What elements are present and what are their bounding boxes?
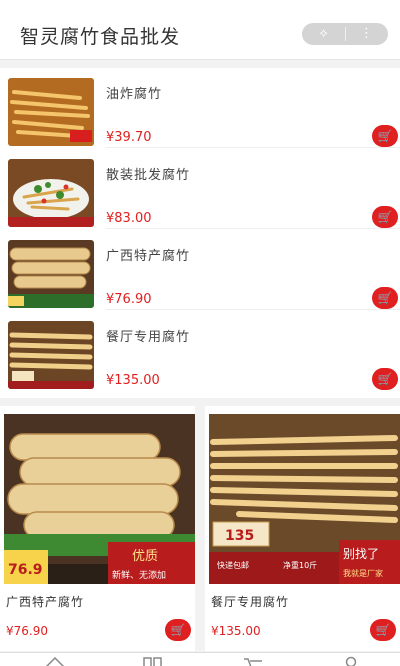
more-icon[interactable]: ⋮: [345, 23, 388, 45]
status-bar: [0, 0, 400, 8]
list-item[interactable]: 餐厅专用腐竹 ¥135.00 🛒: [0, 311, 400, 391]
product-image[interactable]: [8, 159, 94, 227]
add-to-cart-button[interactable]: 🛒: [372, 206, 398, 228]
row-divider: [106, 309, 400, 310]
image-price-tag: 135: [225, 528, 254, 544]
product-image[interactable]: 135 快递包邮 净重10斤 别找了 我就是厂家: [209, 414, 400, 584]
product-price: ¥83.00: [106, 211, 152, 226]
product-list: 油炸腐竹 ¥39.70 🛒 散装批发腐竹 ¥83.00 🛒 广西特产腐竹 ¥76…: [0, 68, 400, 398]
product-name[interactable]: 散装批发腐竹: [106, 164, 190, 183]
list-item[interactable]: 油炸腐竹 ¥39.70 🛒: [0, 68, 400, 148]
image-banner-subtitle: 新鲜、无添加: [112, 569, 166, 581]
image-badge-weight: 净重10斤: [283, 560, 317, 570]
image-badge-shipping: 快递包邮: [217, 560, 249, 570]
product-name[interactable]: 油炸腐竹: [106, 83, 162, 102]
product-name[interactable]: 广西特产腐竹: [6, 593, 84, 610]
image-price-tag: 76.9: [8, 562, 43, 578]
product-image[interactable]: [8, 78, 94, 146]
add-to-cart-button[interactable]: 🛒: [372, 125, 398, 147]
product-price: ¥39.70: [106, 130, 152, 145]
product-image[interactable]: 76.9 优质 新鲜、无添加: [4, 414, 195, 584]
product-price: ¥135.00: [211, 624, 261, 638]
product-name[interactable]: 餐厅专用腐竹: [106, 326, 190, 345]
cart-icon[interactable]: [242, 655, 264, 666]
image-banner-subtitle: 我就是厂家: [343, 568, 383, 578]
bottom-tab-bar: [0, 652, 400, 666]
add-to-cart-button[interactable]: 🛒: [370, 619, 396, 641]
product-name[interactable]: 餐厅专用腐竹: [211, 593, 289, 610]
page-title: 智灵腐竹食品批发: [20, 26, 181, 48]
product-card[interactable]: 135 快递包邮 净重10斤 别找了 我就是厂家 餐厅专用腐竹 ¥135.00 …: [205, 406, 400, 651]
product-name[interactable]: 广西特产腐竹: [106, 245, 190, 264]
row-divider: [106, 147, 400, 148]
image-banner-title: 别找了: [343, 547, 379, 561]
row-divider: [106, 228, 400, 229]
product-image[interactable]: [8, 321, 94, 389]
product-image[interactable]: [8, 240, 94, 308]
app-header: 智灵腐竹食品批发 ⟡ ⋮: [0, 8, 400, 60]
category-icon[interactable]: [142, 655, 164, 666]
image-banner-title: 优质: [132, 549, 158, 564]
share-icon[interactable]: ⟡: [302, 23, 345, 45]
user-icon[interactable]: [340, 655, 362, 666]
add-to-cart-button[interactable]: 🛒: [165, 619, 191, 641]
product-price: ¥76.90: [6, 624, 48, 638]
home-icon[interactable]: [44, 655, 66, 666]
list-item[interactable]: 广西特产腐竹 ¥76.90 🛒: [0, 230, 400, 310]
list-item[interactable]: 散装批发腐竹 ¥83.00 🛒: [0, 149, 400, 229]
add-to-cart-button[interactable]: 🛒: [372, 287, 398, 309]
product-price: ¥76.90: [106, 292, 152, 307]
mini-program-capsule: ⟡ ⋮: [302, 23, 388, 45]
product-grid: 76.9 优质 新鲜、无添加 广西特产腐竹 ¥76.90 🛒 135 快递包邮 …: [0, 406, 400, 651]
product-card[interactable]: 76.9 优质 新鲜、无添加 广西特产腐竹 ¥76.90 🛒: [0, 406, 195, 651]
product-price: ¥135.00: [106, 373, 160, 388]
add-to-cart-button[interactable]: 🛒: [372, 368, 398, 390]
